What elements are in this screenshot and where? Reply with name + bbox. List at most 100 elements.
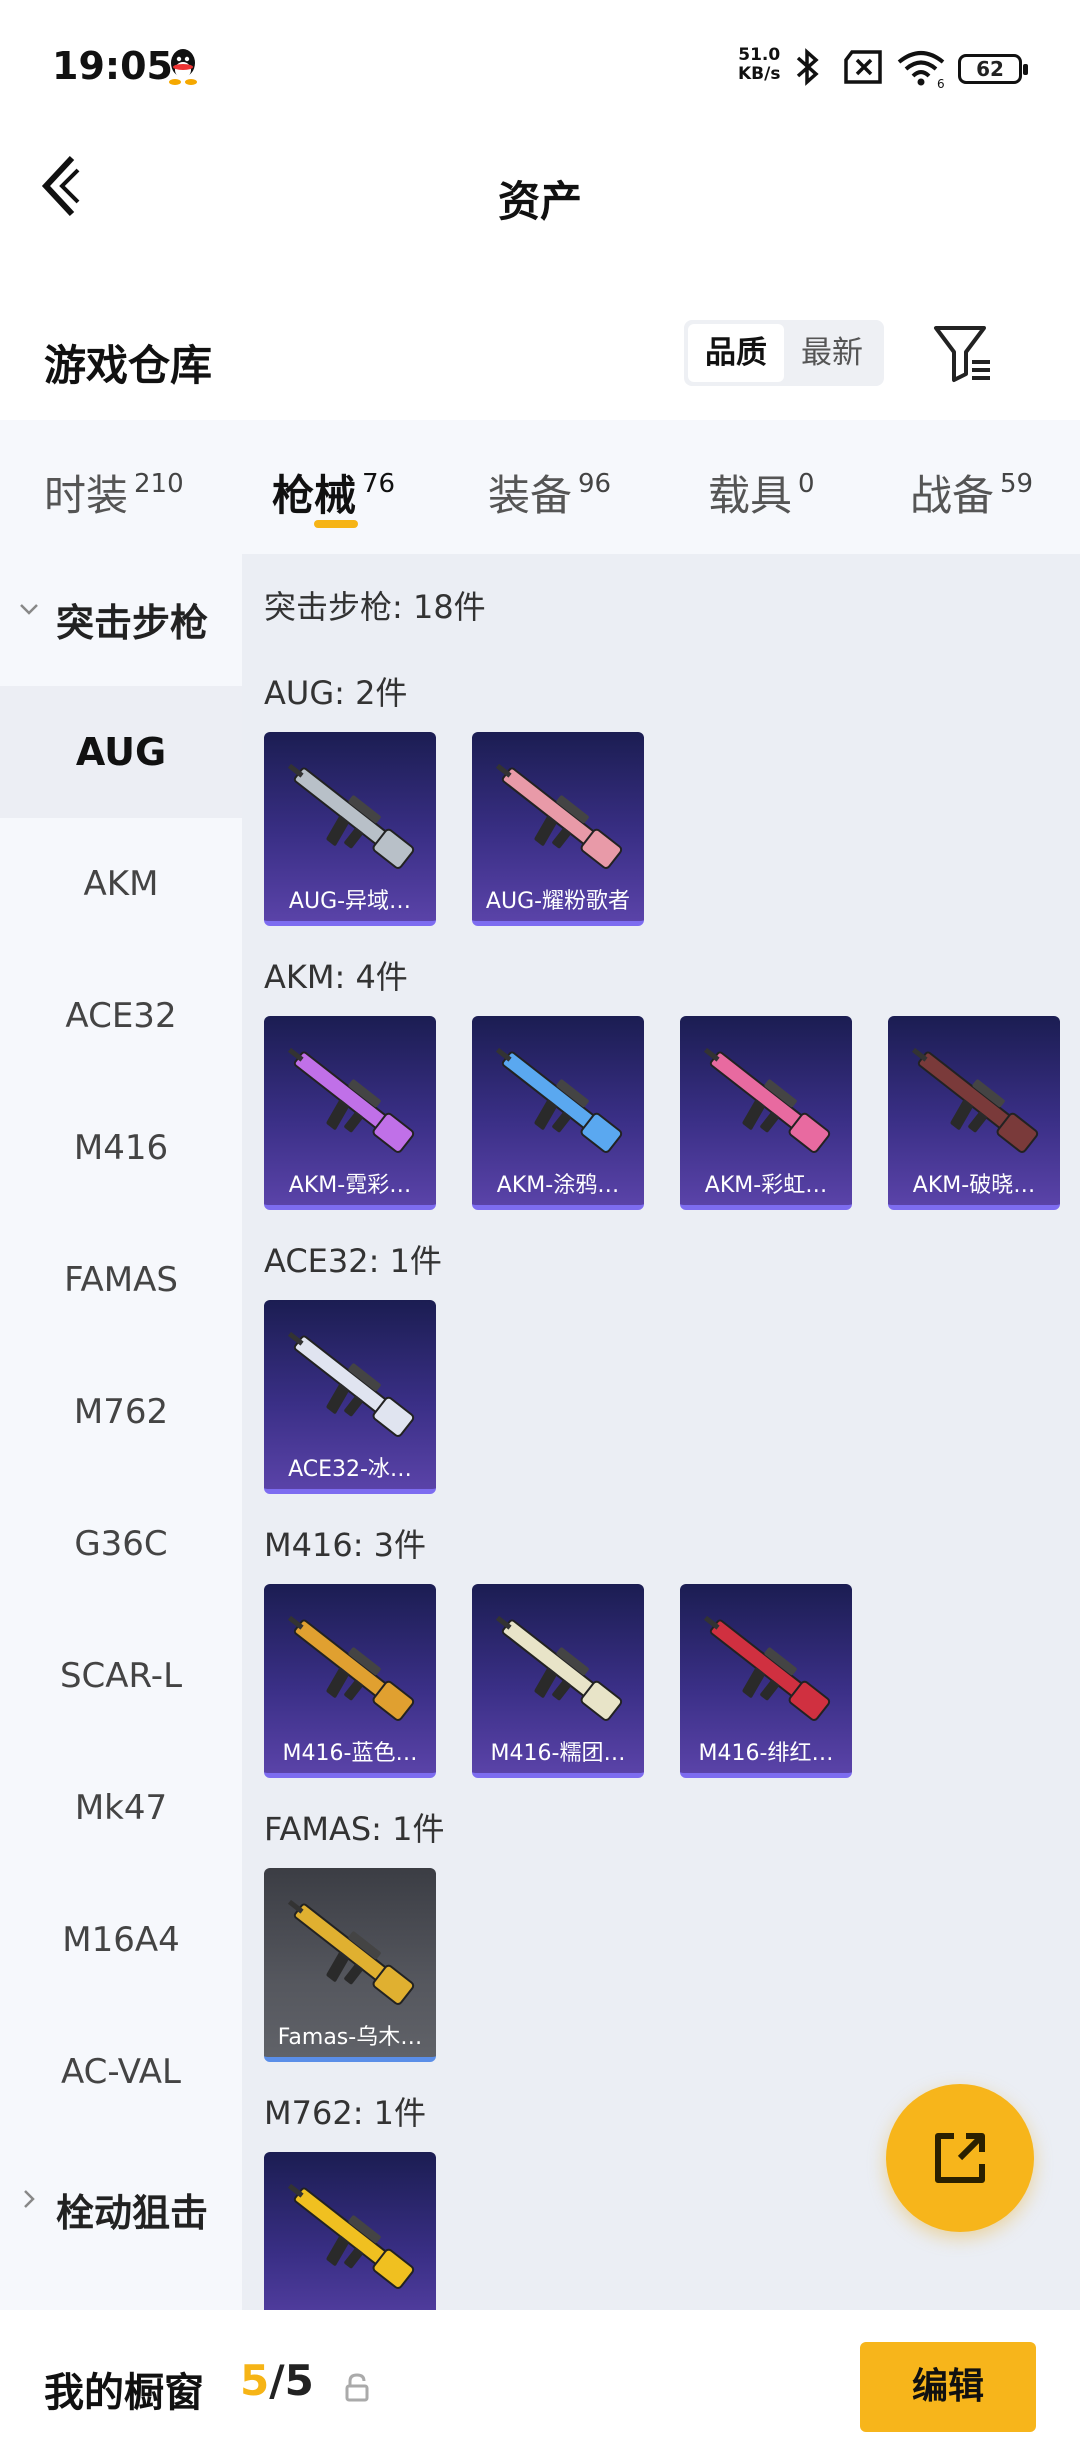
chevron-right-icon (24, 2190, 35, 2208)
header: 资产 (0, 140, 1080, 300)
weapon-card[interactable]: AKM-破晓… (888, 1016, 1060, 1210)
section-header-famas: FAMAS: 1件 (264, 1810, 445, 1848)
weapon-card-name: AKM-彩虹… (704, 1173, 828, 1198)
sidebar-group-assault-rifles[interactable]: 突击步枪 (0, 554, 242, 678)
weapon-skin-image (703, 1615, 831, 1721)
weapon-card-name: ACE32-冰… (288, 1457, 412, 1482)
weapon-card-name: AKM-霓彩… (288, 1173, 412, 1198)
section-header-akm: AKM: 4件 (264, 958, 408, 996)
weapon-sidebar: 突击步枪 AUG AKM ACE32 M416 FAMAS M762 G36C … (0, 554, 242, 2310)
weapon-card-name: Famas-乌木… (277, 2025, 423, 2050)
weapon-card[interactable] (264, 2152, 436, 2310)
sidebar-item-scar-l[interactable]: SCAR-L (0, 1610, 242, 1742)
net-speed-value: 51.0 (738, 45, 781, 65)
battery-icon: 62 (958, 54, 1028, 84)
weapon-skin-image (911, 1047, 1039, 1153)
tab-count: 59 (1000, 469, 1034, 499)
weapon-skin-image (287, 1615, 415, 1721)
showcase-label: 我的橱窗 (44, 2370, 204, 2416)
tab-label: 时装 (44, 471, 129, 520)
tab-label: 装备 (488, 471, 573, 520)
page-title: 资产 (497, 177, 582, 226)
weapon-skin-image (495, 763, 623, 869)
weapon-card-name: AKM-涂鸦… (496, 1173, 620, 1198)
sidebar-item-m16a4[interactable]: M16A4 (0, 1874, 242, 2006)
sidebar-item-aug[interactable]: AUG (0, 686, 242, 818)
tab-fashion[interactable]: 时装 210 (44, 462, 184, 523)
sidebar-item-akm[interactable]: AKM (0, 818, 242, 950)
showcase-bar: 我的橱窗 5/5 编辑 (0, 2310, 1080, 2460)
tab-supplies[interactable]: 战备 59 (910, 462, 1033, 523)
weapon-list[interactable]: 突击步枪: 18件 AUG: 2件 AUG-异域… AUG-耀粉歌者 AKM: … (242, 554, 1080, 2310)
qq-icon (169, 49, 197, 85)
bluetooth-icon (796, 48, 819, 86)
weapon-card[interactable]: M416-绯红… (680, 1584, 852, 1778)
sidebar-item-ace32[interactable]: ACE32 (0, 950, 242, 1082)
weapon-card[interactable]: AKM-彩虹… (680, 1016, 852, 1210)
tab-vehicles[interactable]: 载具 0 (708, 462, 815, 523)
weapon-skin-image (287, 1047, 415, 1153)
status-bar: 19:05 51.0 KB/s 6 62 (0, 0, 1080, 140)
share-button[interactable] (886, 2084, 1034, 2232)
sidebar-item-famas[interactable]: FAMAS (0, 1214, 242, 1346)
weapon-card-name: M416-糯团… (490, 1741, 626, 1766)
weapon-card[interactable]: Famas-乌木… (264, 1868, 436, 2062)
sidebar-item-m416[interactable]: M416 (0, 1082, 242, 1214)
sidebar-group-label: 突击步枪 (56, 601, 209, 645)
weapon-card[interactable]: AUG-异域… (264, 732, 436, 926)
net-speed-unit: KB/s (738, 64, 781, 84)
lock-icon (345, 2373, 369, 2402)
sidebar-group-bolt-action[interactable]: 栓动狙击 (0, 2144, 242, 2268)
sidebar-item-g36c[interactable]: G36C (0, 1478, 242, 1610)
showcase-max: 5 (284, 2356, 314, 2405)
sidebar-item-m762[interactable]: M762 (0, 1346, 242, 1478)
tab-label: 战备 (910, 471, 995, 520)
sidebar-item-mk47[interactable]: Mk47 (0, 1742, 242, 1874)
item-row-m416: M416-蓝色… M416-糯团… M416-绯红… (264, 1584, 1074, 1778)
sort-quality-button[interactable]: 品质 (688, 324, 784, 382)
tab-count: 96 (578, 469, 612, 499)
weapon-card[interactable]: M416-糯团… (472, 1584, 644, 1778)
weapon-card-name: AUG-耀粉歌者 (485, 889, 631, 914)
tab-label: 枪械 (272, 471, 357, 520)
weapon-card-name: M416-绯红… (698, 1741, 834, 1766)
chevron-down-icon (20, 604, 38, 615)
weapon-card[interactable]: M416-蓝色… (264, 1584, 436, 1778)
category-tabs: 时装 210 枪械 76 装备 96 载具 0 战备 59 (0, 420, 1080, 554)
weapon-card-name: AKM-破晓… (912, 1173, 1036, 1198)
section-header-m416: M416: 3件 (264, 1526, 427, 1564)
showcase-count: 5/5 (240, 2356, 314, 2405)
weapon-card-name: M416-蓝色… (282, 1741, 418, 1766)
net-speed: 51.0 KB/s (738, 46, 780, 84)
edit-button[interactable]: 编辑 (860, 2342, 1036, 2432)
weapon-card[interactable]: ACE32-冰… (264, 1300, 436, 1494)
weapon-card-name: AUG-异域… (288, 889, 412, 914)
section-header-ace32: ACE32: 1件 (264, 1242, 442, 1280)
share-icon (935, 2133, 985, 2183)
item-row-akm: AKM-霓彩… AKM-涂鸦… AKM-彩虹… AKM-破晓… (264, 1016, 1074, 1210)
item-row-famas: Famas-乌木… (264, 1868, 1074, 2062)
section-header-m762: M762: 1件 (264, 2094, 427, 2132)
weapon-skin-image (495, 1615, 623, 1721)
sidebar-group-label: 栓动狙击 (56, 2191, 209, 2235)
weapon-skin-image (287, 763, 415, 869)
filter-icon[interactable] (932, 322, 992, 384)
weapon-card[interactable]: AKM-霓彩… (264, 1016, 436, 1210)
weapon-card[interactable]: AKM-涂鸦… (472, 1016, 644, 1210)
wifi-label: 6 (937, 77, 945, 88)
sidebar-item-ac-val[interactable]: AC-VAL (0, 2006, 242, 2138)
tab-equipment[interactable]: 装备 96 (488, 462, 611, 523)
item-row-ace32: ACE32-冰… (264, 1300, 1074, 1494)
item-row-aug: AUG-异域… AUG-耀粉歌者 (264, 732, 1074, 926)
status-time: 19:05 (52, 44, 173, 88)
sort-toggle: 品质 最新 (684, 320, 884, 386)
tab-count: 0 (798, 469, 815, 499)
weapon-card[interactable]: AUG-耀粉歌者 (472, 732, 644, 926)
no-sim-icon (844, 50, 882, 84)
weapon-skin-image (287, 2183, 415, 2289)
showcase-current: 5 (240, 2356, 270, 2405)
wifi-icon: 6 (897, 51, 945, 88)
section-header-aug: AUG: 2件 (264, 674, 408, 712)
sort-latest-button[interactable]: 最新 (784, 324, 880, 382)
tab-firearms[interactable]: 枪械 76 (272, 462, 395, 523)
